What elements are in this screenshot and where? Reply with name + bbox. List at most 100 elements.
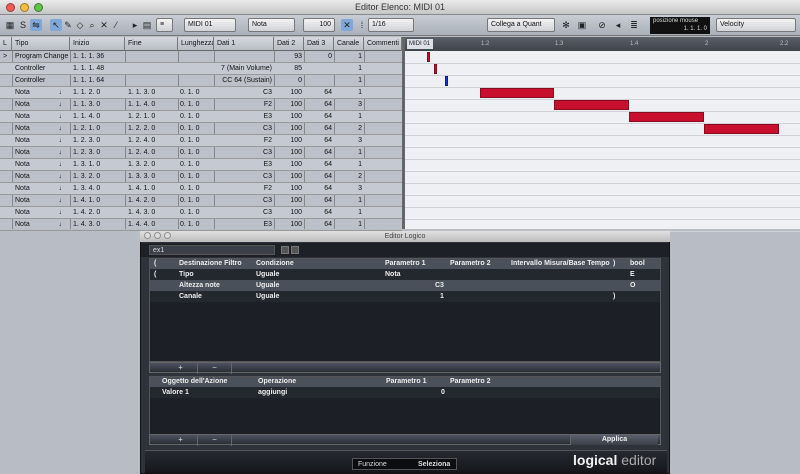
- cell-d3[interactable]: 64: [306, 207, 332, 219]
- note-bar[interactable]: [629, 112, 704, 122]
- add-filter-button[interactable]: +: [164, 363, 198, 374]
- cell-end[interactable]: [128, 75, 176, 87]
- cell-end[interactable]: 1. 2. 4. 0: [128, 147, 176, 159]
- cell-len[interactable]: [180, 63, 212, 75]
- cell-mark[interactable]: [3, 123, 13, 135]
- value-field[interactable]: 100: [303, 18, 335, 32]
- eraser-tool-icon[interactable]: ◇: [74, 19, 86, 31]
- logic-zoom-button[interactable]: [164, 232, 171, 239]
- cell-len[interactable]: 0. 1. 0: [180, 183, 212, 195]
- col-dati2[interactable]: Dati 2: [274, 37, 304, 51]
- step-input-icon[interactable]: ▸: [129, 19, 141, 31]
- table-row[interactable]: Nota 1. 4. 1. 0 1. 4. 2. 0 0. 1. 0 C3 100 64 1 ♩: [0, 195, 402, 207]
- cell-d2[interactable]: 100: [276, 195, 302, 207]
- table-row[interactable]: Nota 1. 1. 3. 0 1. 1. 4. 0 0. 1. 0 F2 100 64 3 ♩: [0, 99, 402, 111]
- cell-mark[interactable]: [3, 99, 13, 111]
- cell-mark[interactable]: [3, 183, 13, 195]
- cell-len[interactable]: 0. 1. 0: [180, 171, 212, 183]
- filter-row[interactable]: ( Tipo Uguale Nota E: [150, 269, 660, 280]
- cell-d1[interactable]: E3: [216, 159, 272, 171]
- cell-mark[interactable]: [3, 195, 13, 207]
- cell-d2[interactable]: 100: [276, 135, 302, 147]
- action-row[interactable]: Valore 1 aggiungi 0: [150, 387, 660, 398]
- speaker-icon[interactable]: ◂: [612, 19, 624, 31]
- cell-d1[interactable]: E3: [216, 111, 272, 123]
- cell-d2[interactable]: 93: [276, 51, 302, 63]
- table-row[interactable]: Nota 1. 1. 4. 0 1. 2. 1. 0 0. 1. 0 E3 100 64 1 ♩: [0, 111, 402, 123]
- cell-d3[interactable]: 64: [306, 87, 332, 99]
- ruler[interactable]: MIDI 01 1.2 1.3 1.4 2 2.2: [405, 37, 800, 51]
- mute-icon[interactable]: ⊘: [596, 19, 608, 31]
- cell-start[interactable]: 1. 1. 1. 48: [73, 63, 123, 75]
- cell-end[interactable]: 1. 3. 2. 0: [128, 159, 176, 171]
- cell-start[interactable]: 1. 3. 2. 0: [73, 171, 123, 183]
- cell-d1[interactable]: 7 (Main Volume): [216, 63, 272, 75]
- logic-minimize-button[interactable]: [154, 232, 161, 239]
- cell-d1[interactable]: C3: [216, 147, 272, 159]
- cell-d1[interactable]: C3: [216, 195, 272, 207]
- remove-filter-button[interactable]: −: [198, 363, 232, 374]
- table-row[interactable]: Nota 1. 2. 3. 0 1. 2. 4. 0 0. 1. 0 C3 100 64 1 ♩: [0, 147, 402, 159]
- cell-d1[interactable]: [216, 51, 272, 63]
- cell-start[interactable]: 1. 4. 2. 0: [73, 207, 123, 219]
- cell-end[interactable]: 1. 4. 4. 0: [128, 219, 176, 231]
- cell-d2[interactable]: 100: [276, 159, 302, 171]
- cell-end[interactable]: 1. 2. 1. 0: [128, 111, 176, 123]
- cell-start[interactable]: 1. 2. 3. 0: [73, 147, 123, 159]
- cell-mark[interactable]: [3, 75, 13, 87]
- cell-d2[interactable]: 100: [276, 87, 302, 99]
- mute-tool-icon[interactable]: ✕: [98, 19, 110, 31]
- cell-d1[interactable]: C3: [216, 123, 272, 135]
- col-dati3[interactable]: Dati 3: [304, 37, 334, 51]
- cell-d3[interactable]: [306, 63, 332, 75]
- cell-mark[interactable]: [3, 171, 13, 183]
- cell-ch[interactable]: 2: [336, 123, 362, 135]
- cell-start[interactable]: 1. 3. 4. 0: [73, 183, 123, 195]
- cell-d3[interactable]: [306, 75, 332, 87]
- cell-len[interactable]: 0. 1. 0: [180, 207, 212, 219]
- table-row[interactable]: Nota 1. 1. 2. 0 1. 1. 3. 0 0. 1. 0 C3 100 64 1 ♩: [0, 87, 402, 99]
- cell-ch[interactable]: 1: [336, 111, 362, 123]
- filter-row[interactable]: Altezza note Uguale C3 O: [150, 280, 660, 291]
- inspector-icon[interactable]: ▦: [4, 19, 16, 31]
- cell-ch[interactable]: 1: [336, 147, 362, 159]
- col-l[interactable]: L: [0, 37, 12, 51]
- cell-d1[interactable]: F2: [216, 183, 272, 195]
- zoom-tool-icon[interactable]: ⌕: [86, 19, 98, 31]
- remove-action-button[interactable]: −: [198, 435, 232, 446]
- event-filter-select[interactable]: Nota: [248, 18, 295, 32]
- col-lunghezza[interactable]: Lunghezza: [178, 37, 214, 51]
- cell-mark[interactable]: [3, 87, 13, 99]
- cell-len[interactable]: 0. 1. 0: [180, 111, 212, 123]
- cell-d3[interactable]: 64: [306, 171, 332, 183]
- cell-d2[interactable]: 0: [276, 75, 302, 87]
- cell-start[interactable]: 1. 4. 1. 0: [73, 195, 123, 207]
- cell-ch[interactable]: 1: [336, 75, 362, 87]
- cell-ch[interactable]: 3: [336, 183, 362, 195]
- cell-ch[interactable]: 1: [336, 159, 362, 171]
- cell-start[interactable]: 1. 1. 1. 64: [73, 75, 123, 87]
- cell-d1[interactable]: F2: [216, 135, 272, 147]
- cell-d2[interactable]: 100: [276, 171, 302, 183]
- cell-end[interactable]: 1. 4. 3. 0: [128, 207, 176, 219]
- cell-len[interactable]: 0. 1. 0: [180, 99, 212, 111]
- snap-icon[interactable]: ✕: [341, 19, 353, 31]
- cell-len[interactable]: 0. 1. 0: [180, 135, 212, 147]
- close-button[interactable]: [6, 3, 15, 12]
- quantize-grid-icon[interactable]: ⁞: [356, 19, 368, 31]
- cell-d1[interactable]: C3: [216, 171, 272, 183]
- table-row[interactable]: Controller 1. 1. 1. 48 7 (Main Volume) 85 1: [0, 63, 402, 75]
- cell-len[interactable]: 0. 1. 0: [180, 195, 212, 207]
- cell-mark[interactable]: [3, 135, 13, 147]
- cell-d2[interactable]: 100: [276, 111, 302, 123]
- cell-len[interactable]: 0. 1. 0: [180, 219, 212, 231]
- note-bar[interactable]: [704, 124, 779, 134]
- cell-end[interactable]: [128, 51, 176, 63]
- cell-len[interactable]: 0. 1. 0: [180, 147, 212, 159]
- cell-ch[interactable]: 1: [336, 51, 362, 63]
- pencil-tool-icon[interactable]: ✎: [62, 19, 74, 31]
- filter-row[interactable]: Canale Uguale 1 ): [150, 291, 660, 302]
- note-bar[interactable]: [480, 88, 554, 98]
- cell-type[interactable]: Controller: [15, 63, 70, 75]
- link-quantize-select[interactable]: Collega a Quant: [487, 18, 555, 32]
